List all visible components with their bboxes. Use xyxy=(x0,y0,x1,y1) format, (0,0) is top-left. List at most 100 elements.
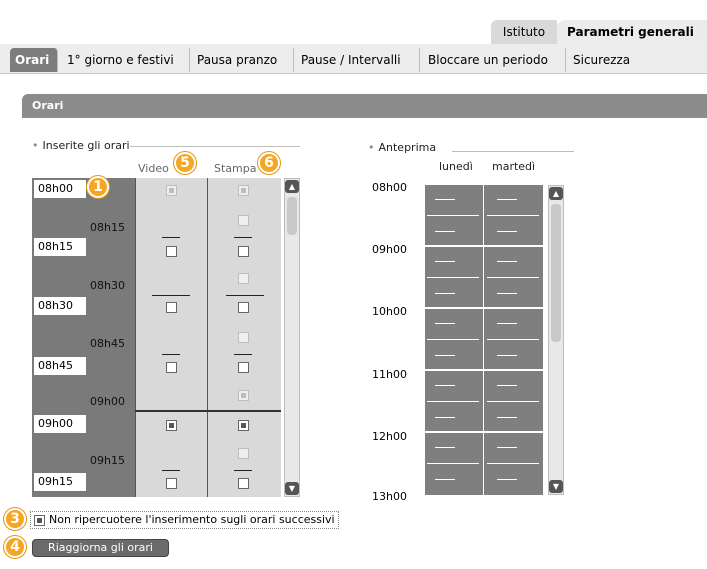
col-head-stampa: Stampa xyxy=(214,162,257,175)
time-slot-start[interactable]: 08h30 xyxy=(34,297,86,315)
slot-dash xyxy=(162,354,180,355)
preview-slot-mark xyxy=(487,463,539,464)
tab-sicurezza[interactable]: Sicurezza xyxy=(568,48,644,72)
preview-slot-mark xyxy=(487,401,539,402)
preview-slot-mark xyxy=(435,385,455,386)
slot-dash xyxy=(162,237,180,238)
stampa-checkbox xyxy=(238,215,249,226)
annotation-badge-6: 6 xyxy=(258,152,280,174)
tab-parametri-generali[interactable]: Parametri generali xyxy=(557,20,707,44)
tab-orari[interactable]: Orari xyxy=(10,48,58,72)
preview-slot-mark xyxy=(427,463,479,464)
inserite-title: • Inserite gli orari xyxy=(32,139,130,152)
video-checkbox[interactable] xyxy=(166,420,177,431)
preview-slot-mark xyxy=(497,447,517,448)
time-slot-end: 09h00 xyxy=(90,395,125,408)
preview-slot-mark xyxy=(435,231,455,232)
preview-hour-line xyxy=(425,369,543,371)
preview-time: 08h00 xyxy=(372,181,407,194)
preview-slot-mark xyxy=(435,417,455,418)
preview-grid xyxy=(425,185,543,495)
stampa-checkbox xyxy=(238,273,249,284)
time-slot-start[interactable]: 08h45 xyxy=(34,357,86,375)
inserite-divider xyxy=(130,146,300,147)
col-head-video: Video xyxy=(138,162,169,175)
preview-slot-mark xyxy=(497,417,517,418)
preview-scrollbar[interactable]: ▲ ▼ xyxy=(548,185,564,495)
preview-slot-mark xyxy=(435,199,455,200)
no-propagate-label: Non ripercuotere l'inserimento sugli ora… xyxy=(49,513,335,526)
time-slot-start[interactable]: 09h15 xyxy=(34,473,86,491)
preview-time: 10h00 xyxy=(372,305,407,318)
scrollbar-thumb[interactable] xyxy=(287,197,297,235)
video-checkbox[interactable] xyxy=(166,302,177,313)
scroll-up-arrow-icon[interactable]: ▲ xyxy=(549,187,563,200)
preview-day-monday: lunedì xyxy=(439,160,473,173)
preview-slot-mark xyxy=(497,355,517,356)
slot-dash xyxy=(234,237,252,238)
slot-dash xyxy=(234,470,252,471)
time-slot-start[interactable]: 08h15 xyxy=(34,238,86,256)
preview-slot-mark xyxy=(435,447,455,448)
preview-day-tuesday: martedì xyxy=(492,160,536,173)
preview-slot-mark xyxy=(435,261,455,262)
video-checkbox[interactable] xyxy=(166,478,177,489)
scrollbar-thumb[interactable] xyxy=(551,204,561,342)
preview-slot-mark xyxy=(487,339,539,340)
video-checkbox xyxy=(166,185,177,196)
time-slot-start[interactable]: 09h00 xyxy=(34,415,86,433)
refresh-times-button[interactable]: Riaggiorna gli orari xyxy=(32,539,169,557)
preview-slot-mark xyxy=(497,261,517,262)
time-slot-end: 08h15 xyxy=(90,221,125,234)
stampa-checkbox xyxy=(238,448,249,459)
preview-slot-mark xyxy=(497,385,517,386)
scroll-down-arrow-icon[interactable]: ▼ xyxy=(549,480,563,493)
stampa-checkbox[interactable] xyxy=(238,302,249,313)
annotation-badge-4: 4 xyxy=(4,536,26,558)
preview-slot-mark xyxy=(427,401,479,402)
tab-primo-giorno-festivi[interactable]: 1° giorno e festivi xyxy=(62,48,190,72)
scroll-down-arrow-icon[interactable]: ▼ xyxy=(285,482,299,495)
slot-dash xyxy=(234,354,252,355)
section-header-orari: Orari xyxy=(22,94,707,118)
preview-day-divider xyxy=(483,185,484,495)
preview-slot-mark xyxy=(497,199,517,200)
stampa-checkbox[interactable] xyxy=(238,478,249,489)
tab-pausa-pranzo[interactable]: Pausa pranzo xyxy=(192,48,294,72)
stampa-checkbox xyxy=(238,390,249,401)
preview-slot-mark xyxy=(435,479,455,480)
video-column xyxy=(135,178,207,497)
anteprima-divider xyxy=(452,151,574,152)
grid-scrollbar[interactable]: ▲ ▼ xyxy=(284,178,300,497)
annotation-badge-5: 5 xyxy=(174,152,196,174)
no-propagate-checkbox[interactable] xyxy=(34,515,45,526)
preview-slot-mark xyxy=(497,479,517,480)
anteprima-title-label: Anteprima xyxy=(378,141,437,154)
bullet-dot-icon: • xyxy=(368,141,375,154)
preview-slot-mark xyxy=(487,277,539,278)
scroll-up-arrow-icon[interactable]: ▲ xyxy=(285,180,299,193)
preview-slot-mark xyxy=(497,293,517,294)
tab-istituto[interactable]: Istituto xyxy=(491,20,557,44)
tab-pause-intervalli[interactable]: Pause / Intervalli xyxy=(296,48,420,72)
video-checkbox[interactable] xyxy=(166,362,177,373)
tab-bloccare-periodo[interactable]: Bloccare un periodo xyxy=(423,48,566,72)
preview-hour-line xyxy=(425,245,543,247)
preview-slot-mark xyxy=(497,231,517,232)
sub-tab-bar: Orari 1° giorno e festivi Pausa pranzo P… xyxy=(0,44,707,74)
annotation-badge-1: 1 xyxy=(87,176,109,198)
stampa-checkbox[interactable] xyxy=(238,246,249,257)
inserite-title-label: Inserite gli orari xyxy=(42,139,130,152)
video-checkbox[interactable] xyxy=(166,246,177,257)
slot-dash xyxy=(226,295,264,296)
time-slot-end: 08h45 xyxy=(90,337,125,350)
stampa-checkbox[interactable] xyxy=(238,362,249,373)
time-slot-end: 08h30 xyxy=(90,279,125,292)
preview-slot-mark xyxy=(435,355,455,356)
time-slot-start[interactable]: 08h00 xyxy=(34,180,86,198)
preview-slot-mark xyxy=(435,293,455,294)
slot-dash xyxy=(152,295,190,296)
stampa-checkbox xyxy=(238,185,249,196)
stampa-checkbox[interactable] xyxy=(238,420,249,431)
no-propagate-option[interactable]: Non ripercuotere l'inserimento sugli ora… xyxy=(30,511,339,529)
